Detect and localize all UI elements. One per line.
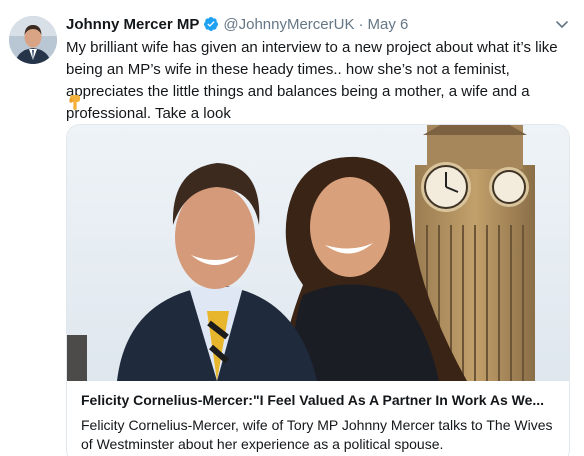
card-title[interactable]: Felicity Cornelius-Mercer:"I Feel Valued… [81,390,557,410]
card-image[interactable] [67,125,569,381]
tweet-text: My brilliant wife has given an interview… [66,39,558,122]
tweet[interactable]: Johnny Mercer MP @JohnnyMercerUK · May 6… [0,0,584,456]
link-card[interactable]: Felicity Cornelius-Mercer:"I Feel Valued… [66,124,570,456]
chevron-down-icon[interactable] [554,16,570,32]
user-handle[interactable]: @JohnnyMercerUK [223,16,354,33]
verified-icon [203,16,219,32]
card-description: Felicity Cornelius-Mercer, wife of Tory … [81,417,553,452]
card-photo [67,125,569,381]
avatar[interactable] [9,16,57,64]
tweet-header: Johnny Mercer MP @JohnnyMercerUK · May 6 [66,14,408,34]
pointing-down-hand-icon [66,93,84,111]
tweet-date[interactable]: May 6 [367,16,408,33]
card-text: Felicity Cornelius-Mercer:"I Feel Valued… [67,381,569,456]
separator-dot: · [358,15,364,33]
display-name[interactable]: Johnny Mercer MP [66,16,199,33]
avatar-image [9,16,57,64]
